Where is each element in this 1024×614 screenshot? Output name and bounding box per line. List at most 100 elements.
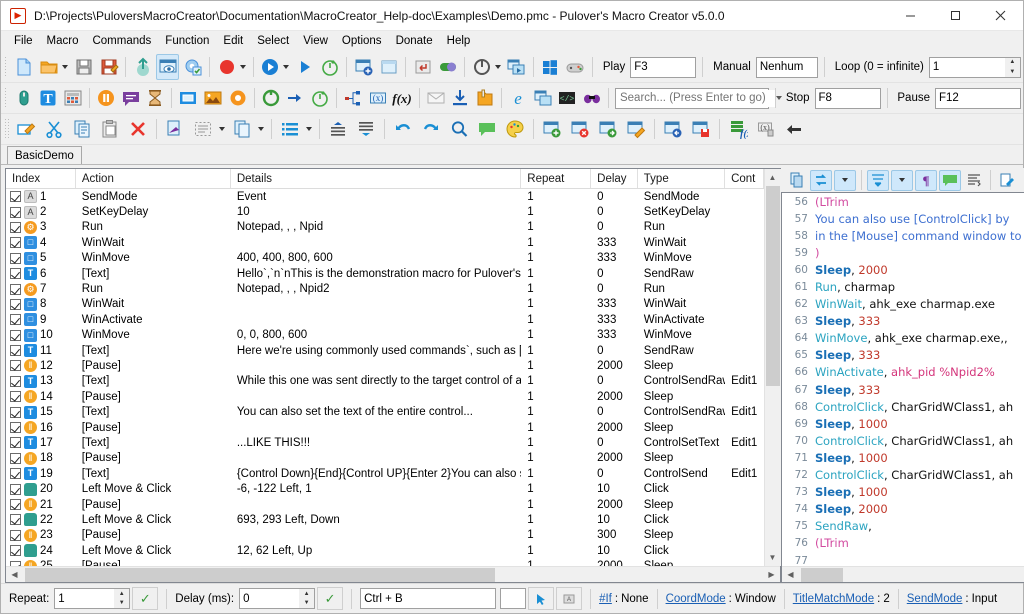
- gamepad-button[interactable]: [564, 54, 587, 80]
- menu-edit[interactable]: Edit: [216, 33, 250, 49]
- table-row[interactable]: ‖12[Pause]12000Sleep: [6, 358, 764, 373]
- power-button[interactable]: [470, 54, 493, 80]
- code-hscroll-track[interactable]: [799, 567, 1024, 583]
- scroll-right-icon[interactable]: ▶: [763, 567, 780, 583]
- play-hotkey-input[interactable]: [630, 57, 696, 78]
- row-checkbox[interactable]: [10, 360, 21, 371]
- row-checkbox[interactable]: [10, 299, 21, 310]
- toolbar-grip[interactable]: [4, 118, 9, 140]
- new-file-button[interactable]: [12, 54, 35, 80]
- hotkey-pick-button[interactable]: [528, 587, 554, 610]
- code-scroll-left-icon[interactable]: ◀: [782, 567, 799, 583]
- window-copy-button[interactable]: [532, 85, 555, 111]
- row-checkbox[interactable]: [10, 222, 21, 233]
- row-index-cell[interactable]: T15: [6, 406, 76, 419]
- row-checkbox[interactable]: [10, 499, 21, 510]
- mail-button[interactable]: [425, 85, 448, 111]
- table-row[interactable]: ‖18[Pause]12000Sleep: [6, 451, 764, 466]
- paste-button[interactable]: [97, 116, 123, 142]
- mouse-command-button[interactable]: [12, 85, 35, 111]
- function-button[interactable]: f(x): [391, 85, 414, 111]
- table-row[interactable]: 20Left Move & Click-6, -122 Left, 1110Cl…: [6, 481, 764, 496]
- vscroll-thumb[interactable]: [766, 186, 780, 386]
- code-editor[interactable]: 56(LTrim57You can also use [ControlClick…: [781, 192, 1024, 583]
- row-checkbox[interactable]: [10, 514, 21, 525]
- image-search-button[interactable]: [202, 85, 225, 111]
- record-button[interactable]: [215, 54, 238, 80]
- hourglass-command-button[interactable]: [144, 85, 167, 111]
- code-line[interactable]: 71Sleep, 1000: [782, 449, 1024, 466]
- settings-gear-button[interactable]: [181, 54, 204, 80]
- toolbar-grip[interactable]: [4, 87, 8, 109]
- row-index-cell[interactable]: T11: [6, 344, 76, 357]
- scroll-left-icon[interactable]: ◀: [6, 567, 23, 583]
- stop-hotkey-input[interactable]: [815, 88, 881, 109]
- row-index-cell[interactable]: ‖16: [6, 421, 76, 434]
- row-index-cell[interactable]: T6: [6, 267, 76, 280]
- play-step-button[interactable]: [293, 54, 316, 80]
- delay-input[interactable]: [239, 588, 299, 609]
- save-button[interactable]: [72, 54, 95, 80]
- loop-spin-down[interactable]: ▼: [1005, 67, 1020, 77]
- code-line[interactable]: 57You can also use [ControlClick] by: [782, 210, 1024, 227]
- row-index-cell[interactable]: ⚙7: [6, 283, 76, 296]
- menu-view[interactable]: View: [296, 33, 335, 49]
- duplicate-dropdown[interactable]: [254, 116, 267, 142]
- table-row[interactable]: ⚙3RunNotepad, , , Npid10Run: [6, 220, 764, 235]
- table-row[interactable]: ‖16[Pause]12000Sleep: [6, 420, 764, 435]
- table-row[interactable]: A2SetKeyDelay1010SetKeyDelay: [6, 204, 764, 219]
- menu-function[interactable]: Function: [158, 33, 216, 49]
- duplicate-button[interactable]: [229, 116, 255, 142]
- loop-input[interactable]: [929, 57, 1005, 78]
- internet-explorer-button[interactable]: e: [507, 85, 530, 111]
- row-index-cell[interactable]: ‖12: [6, 359, 76, 372]
- download-button[interactable]: [449, 85, 472, 111]
- export-up-button[interactable]: [131, 54, 154, 80]
- code-refresh-button[interactable]: [810, 170, 832, 191]
- code-indent-dropdown[interactable]: [891, 170, 913, 191]
- windows-logo-button[interactable]: [539, 54, 562, 80]
- code-line[interactable]: 61Run, charmap: [782, 278, 1024, 295]
- row-checkbox[interactable]: [10, 345, 21, 356]
- align-bottom-button[interactable]: [353, 116, 379, 142]
- table-row[interactable]: □4WinWait1333WinWait: [6, 235, 764, 250]
- code-editor-button[interactable]: </>: [556, 85, 579, 111]
- row-checkbox[interactable]: [10, 207, 21, 218]
- scroll-down-icon[interactable]: ▼: [765, 549, 781, 566]
- menu-help[interactable]: Help: [440, 33, 478, 49]
- column-header-index[interactable]: Index: [6, 169, 76, 188]
- code-line[interactable]: 75SendRaw,: [782, 518, 1024, 535]
- play-button[interactable]: [259, 54, 282, 80]
- loop-stepper[interactable]: ▲ ▼: [929, 57, 1021, 78]
- menu-select[interactable]: Select: [250, 33, 296, 49]
- row-checkbox[interactable]: [10, 330, 21, 341]
- row-checkbox[interactable]: [10, 561, 21, 566]
- minimize-button[interactable]: [888, 1, 933, 31]
- menu-macro[interactable]: Macro: [40, 33, 86, 49]
- row-checkbox[interactable]: [10, 407, 21, 418]
- row-index-cell[interactable]: ⚙3: [6, 221, 76, 234]
- table-row[interactable]: A1SendModeEvent10SendMode: [6, 189, 764, 204]
- coordmode-label[interactable]: CoordMode: [666, 593, 726, 605]
- goto-command-button[interactable]: [284, 85, 307, 111]
- column-header-action[interactable]: Action: [76, 169, 231, 188]
- row-index-cell[interactable]: T19: [6, 467, 76, 480]
- copy-button[interactable]: [69, 116, 95, 142]
- table-row[interactable]: T17[Text] ...LIKE THIS!!!10ControlSetTex…: [6, 435, 764, 450]
- menu-donate[interactable]: Donate: [389, 33, 440, 49]
- row-index-cell[interactable]: 24: [6, 544, 76, 557]
- keyboard-command-button[interactable]: [61, 85, 84, 111]
- code-pilcrow-button[interactable]: ¶: [915, 170, 937, 191]
- code-refresh-dropdown[interactable]: [834, 170, 856, 191]
- text-command-button[interactable]: T: [37, 85, 60, 111]
- row-index-cell[interactable]: □5: [6, 252, 76, 265]
- code-line[interactable]: 76(LTrim: [782, 535, 1024, 552]
- if-branch-button[interactable]: [342, 85, 365, 111]
- record-dropdown[interactable]: [237, 54, 248, 80]
- window-delete-row-button[interactable]: [567, 116, 593, 142]
- control-command-button[interactable]: [177, 85, 200, 111]
- edit-row-button[interactable]: [13, 116, 39, 142]
- delay-spin-up[interactable]: ▲: [299, 589, 314, 599]
- hscroll-track[interactable]: [23, 567, 763, 583]
- row-index-cell[interactable]: □4: [6, 236, 76, 249]
